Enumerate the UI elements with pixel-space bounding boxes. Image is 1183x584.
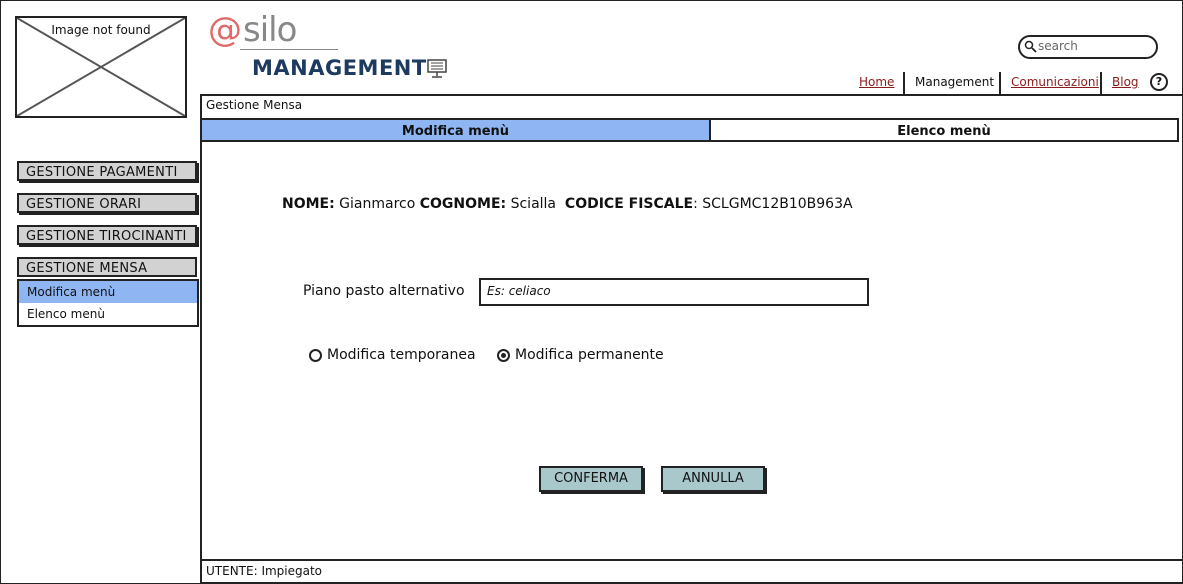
search-box[interactable] (1018, 35, 1158, 59)
cognome-label: COGNOME: (419, 196, 507, 212)
cancel-button[interactable]: ANNULLA (661, 466, 765, 492)
submenu-item-modifica-menu[interactable]: Modifica menù (19, 281, 197, 303)
help-icon[interactable]: ? (1150, 73, 1168, 91)
radio-checked-icon[interactable] (497, 348, 510, 362)
codice-fiscale-value: SCLGMC12B10B963A (702, 196, 853, 212)
monitor-icon (427, 59, 447, 78)
nav-separator (903, 72, 905, 94)
tab-modifica-menu[interactable]: Modifica menù (200, 118, 711, 142)
nav-comunicazioni-link[interactable]: Comunicazioni (1011, 75, 1099, 89)
brand-at-sign: @ (208, 10, 242, 50)
nav-home[interactable]: Home (859, 72, 894, 94)
confirm-button[interactable]: CONFERMA (539, 466, 643, 492)
brand-name: silo (243, 10, 297, 50)
radio-modifica-temporanea[interactable]: Modifica temporanea (309, 347, 476, 363)
sidebar-item-pagamenti[interactable]: GESTIONE PAGAMENTI (17, 161, 197, 181)
radio-label: Modifica temporanea (327, 347, 476, 363)
piano-pasto-input[interactable] (481, 280, 857, 302)
nav-blog[interactable]: Blog (1112, 72, 1139, 94)
radio-unchecked-icon[interactable] (309, 348, 322, 362)
piano-pasto-field[interactable] (479, 278, 869, 306)
person-info: NOME: Gianmarco COGNOME: Scialla CODICE … (282, 196, 853, 212)
codice-fiscale-separator: : (693, 196, 698, 212)
nav-home-link[interactable]: Home (859, 75, 894, 89)
submenu-item-elenco-menu[interactable]: Elenco menù (19, 303, 197, 325)
nav-separator (1100, 72, 1102, 94)
nome-label: NOME: (282, 196, 335, 212)
nav-management[interactable]: Management (915, 72, 994, 94)
nav-comunicazioni[interactable]: Comunicazioni (1011, 72, 1099, 94)
cognome-value: Scialla (510, 196, 557, 212)
radio-modifica-permanente[interactable]: Modifica permanente (497, 347, 664, 363)
radio-label: Modifica permanente (515, 347, 664, 363)
section-title: Gestione Mensa (206, 98, 303, 112)
piano-pasto-label: Piano pasto alternativo (303, 283, 465, 299)
search-input[interactable] (1038, 38, 1148, 54)
sidebar-submenu: Modifica menù Elenco menù (17, 279, 199, 327)
footer-user: UTENTE: Impiegato (206, 564, 323, 578)
tab-elenco-menu[interactable]: Elenco menù (709, 118, 1179, 142)
logo-image-placeholder: Image not found (15, 16, 187, 118)
brand-subtitle: MANAGEMENT (252, 56, 427, 80)
nome-value: Gianmarco (339, 196, 416, 212)
image-placeholder-caption: Image not found (51, 23, 151, 37)
sidebar-item-mensa[interactable]: GESTIONE MENSA (17, 257, 197, 277)
main-panel (200, 94, 1183, 584)
search-icon (1024, 40, 1037, 53)
footer-divider (200, 559, 1182, 561)
sidebar-item-orari[interactable]: GESTIONE ORARI (17, 193, 197, 213)
nav-blog-link[interactable]: Blog (1112, 75, 1139, 89)
brand-underline (240, 49, 338, 50)
sidebar-item-tirocinanti[interactable]: GESTIONE TIROCINANTI (17, 225, 197, 245)
codice-fiscale-label: CODICE FISCALE (564, 196, 694, 212)
nav-separator (999, 72, 1001, 94)
